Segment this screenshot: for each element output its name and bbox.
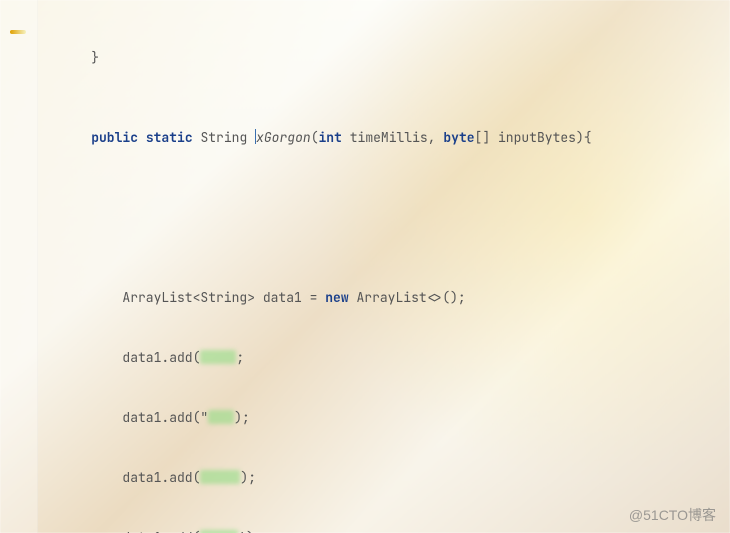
redacted-block (200, 350, 236, 364)
param-name: timeMillis (350, 129, 428, 146)
line-gutter (0, 0, 38, 533)
code-editor[interactable]: } public static String xGorgon(int timeM… (0, 0, 730, 533)
redacted-block (208, 410, 234, 424)
code-line: ArrayList<String> data1 = new ArrayList<… (60, 288, 722, 308)
code-area[interactable]: } public static String xGorgon(int timeM… (38, 0, 730, 533)
return-type: String (200, 129, 247, 146)
gutter-marker-icon (10, 30, 26, 34)
keyword-public: public (91, 129, 138, 146)
method-signature: public static String xGorgon(int timeMil… (60, 128, 722, 148)
code-line: data1.add("); (60, 408, 722, 428)
param-type: int (319, 129, 342, 146)
code-line: data1.add(); (60, 468, 722, 488)
code-line (60, 208, 722, 228)
param-type: byte (443, 129, 474, 146)
code-line: } (60, 48, 722, 68)
code-line: data1.add('); (60, 528, 722, 533)
method-name: xGorgon (256, 129, 311, 146)
param-name: inputBytes (498, 129, 576, 146)
redacted-block (200, 470, 240, 484)
keyword-static: static (146, 129, 193, 146)
code-line: data1.add(; (60, 348, 722, 368)
